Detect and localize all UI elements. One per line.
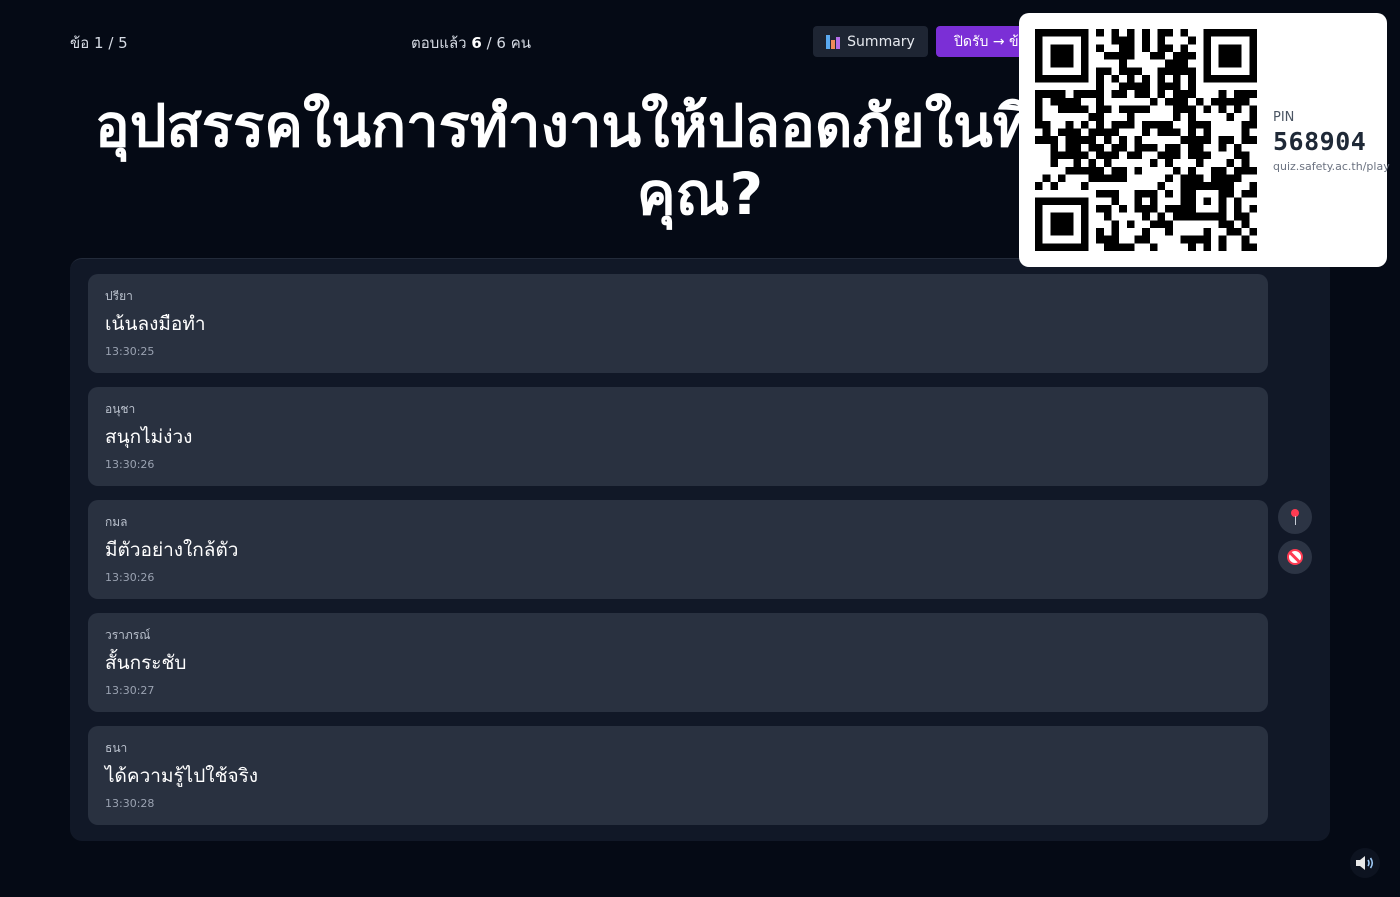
summary-button[interactable]: Summary bbox=[813, 26, 928, 57]
response-card[interactable]: วราภรณ์ สั้นกระชับ 13:30:27 bbox=[88, 613, 1268, 712]
bar-chart-icon bbox=[826, 34, 841, 49]
pin-label: PIN bbox=[1273, 110, 1295, 125]
response-author: ปรียา bbox=[105, 289, 133, 303]
summary-label: Summary bbox=[847, 33, 915, 50]
response-time: 13:30:28 bbox=[105, 797, 155, 810]
response-card[interactable]: ปรียา เน้นลงมือทำ 13:30:25 bbox=[88, 274, 1268, 373]
responses-panel: ปรียา เน้นลงมือทำ 13:30:25 อนุชา สนุกไม่… bbox=[70, 258, 1330, 841]
answered-prefix: ตอบแล้ว bbox=[411, 34, 467, 52]
response-time: 13:30:27 bbox=[105, 684, 155, 697]
prohibited-icon bbox=[1287, 549, 1303, 565]
response-author: วราภรณ์ bbox=[105, 628, 151, 642]
pushpin-icon bbox=[1289, 509, 1301, 525]
pin-response-button[interactable] bbox=[1278, 500, 1312, 534]
sound-toggle-button[interactable] bbox=[1350, 848, 1380, 878]
response-text: สั้นกระชับ bbox=[105, 652, 187, 674]
answered-count: ตอบแล้ว 6 / 6 คน bbox=[411, 31, 531, 55]
hide-response-button[interactable] bbox=[1278, 540, 1312, 574]
response-author: กมล bbox=[105, 515, 128, 529]
join-url: quiz.safety.ac.th/play bbox=[1273, 160, 1390, 173]
qr-code bbox=[1035, 29, 1257, 251]
response-author: ธนา bbox=[105, 741, 128, 755]
answered-number: 6 bbox=[471, 34, 482, 52]
answered-suffix: / 6 คน bbox=[486, 34, 531, 52]
join-qr-card: PIN 568904 quiz.safety.ac.th/play bbox=[1019, 13, 1390, 267]
response-author: อนุชา bbox=[105, 402, 136, 416]
response-text: สนุกไม่ง่วง bbox=[105, 426, 193, 448]
speaker-icon bbox=[1356, 856, 1374, 870]
response-text: ได้ความรู้ไปใช้จริง bbox=[105, 765, 259, 787]
response-time: 13:30:26 bbox=[105, 571, 155, 584]
response-time: 13:30:25 bbox=[105, 345, 155, 358]
pin-code: 568904 bbox=[1273, 127, 1367, 156]
response-text: เน้นลงมือทำ bbox=[105, 313, 206, 335]
response-card[interactable]: อนุชา สนุกไม่ง่วง 13:30:26 bbox=[88, 387, 1268, 486]
response-card[interactable]: กมล มีตัวอย่างใกล้ตัว 13:30:26 bbox=[88, 500, 1268, 599]
response-card[interactable]: ธนา ได้ความรู้ไปใช้จริง 13:30:28 bbox=[88, 726, 1268, 825]
question-counter: ข้อ 1 / 5 bbox=[70, 34, 128, 52]
response-text: มีตัวอย่างใกล้ตัว bbox=[105, 539, 239, 561]
response-time: 13:30:26 bbox=[105, 458, 155, 471]
